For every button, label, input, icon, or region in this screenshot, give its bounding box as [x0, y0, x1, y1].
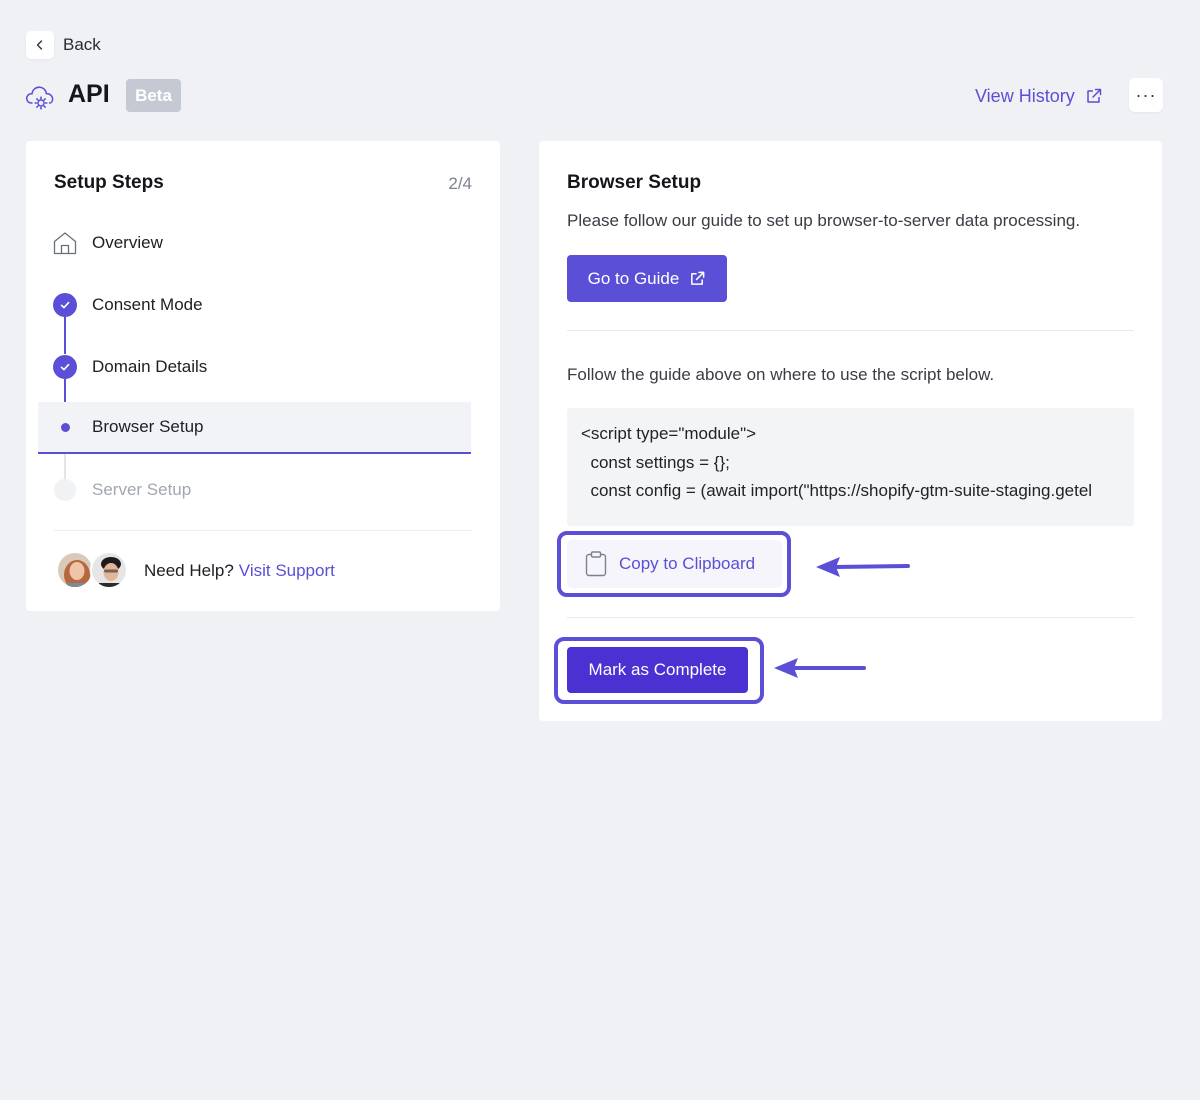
setup-steps-title: Setup Steps: [54, 172, 164, 193]
script-code-block[interactable]: <script type="module"> const settings = …: [567, 408, 1134, 526]
divider: [567, 617, 1134, 618]
go-to-guide-label: Go to Guide: [587, 268, 680, 288]
step-label: Server Setup: [92, 480, 192, 499]
step-domain-details[interactable]: Domain Details: [38, 341, 486, 393]
setup-steps-card: Setup Steps 2/4 Overview Consent Mode Do…: [26, 141, 500, 611]
page-title: API: [68, 80, 110, 108]
support-avatars: [56, 551, 128, 589]
help-text: Need Help? Visit Support: [144, 561, 335, 581]
visit-support-link[interactable]: Visit Support: [239, 561, 335, 580]
check-circle-icon: [53, 355, 77, 379]
setup-steps-count: 2/4: [448, 174, 472, 193]
step-label: Overview: [92, 233, 163, 252]
copy-to-clipboard-button[interactable]: Copy to Clipboard: [567, 540, 782, 588]
external-link-icon: [1086, 88, 1101, 103]
section-title: Browser Setup: [567, 172, 702, 193]
go-to-guide-button[interactable]: Go to Guide: [567, 255, 727, 302]
arrow-left-icon: [774, 658, 866, 678]
view-history-label: View History: [975, 85, 1075, 106]
step-consent-mode[interactable]: Consent Mode: [38, 279, 486, 331]
pending-circle-icon: [54, 479, 76, 501]
help-label: Need Help?: [144, 561, 234, 580]
step-browser-setup[interactable]: Browser Setup: [38, 402, 471, 454]
back-button[interactable]: [26, 31, 54, 59]
mark-as-complete-button[interactable]: Mark as Complete: [567, 647, 748, 693]
step-label: Consent Mode: [92, 295, 203, 314]
copy-to-clipboard-label: Copy to Clipboard: [619, 554, 756, 573]
step-label: Browser Setup: [92, 417, 204, 436]
home-icon: [53, 232, 77, 255]
beta-badge: Beta: [126, 79, 181, 112]
current-step-dot-icon: [60, 422, 70, 432]
view-history-link[interactable]: View History: [975, 84, 1103, 108]
section-description: Please follow our guide to set up browse…: [567, 211, 1081, 230]
browser-setup-card: Browser Setup Please follow our guide to…: [539, 141, 1162, 721]
back-label[interactable]: Back: [63, 35, 101, 55]
clipboard-icon: [585, 551, 607, 577]
check-circle-icon: [53, 293, 77, 317]
cloud-settings-icon: [25, 86, 54, 110]
avatar: [56, 551, 94, 589]
external-link-icon: [691, 271, 705, 285]
script-instructions: Follow the guide above on where to use t…: [567, 365, 995, 384]
avatar: [90, 551, 128, 589]
divider: [567, 330, 1134, 331]
step-server-setup[interactable]: Server Setup: [38, 464, 486, 516]
step-label: Domain Details: [92, 357, 208, 376]
chevron-left-icon: [36, 40, 43, 50]
more-options-button[interactable]: ···: [1129, 78, 1163, 112]
divider: [54, 530, 472, 531]
step-overview[interactable]: Overview: [38, 217, 486, 269]
arrow-left-icon: [816, 557, 910, 577]
